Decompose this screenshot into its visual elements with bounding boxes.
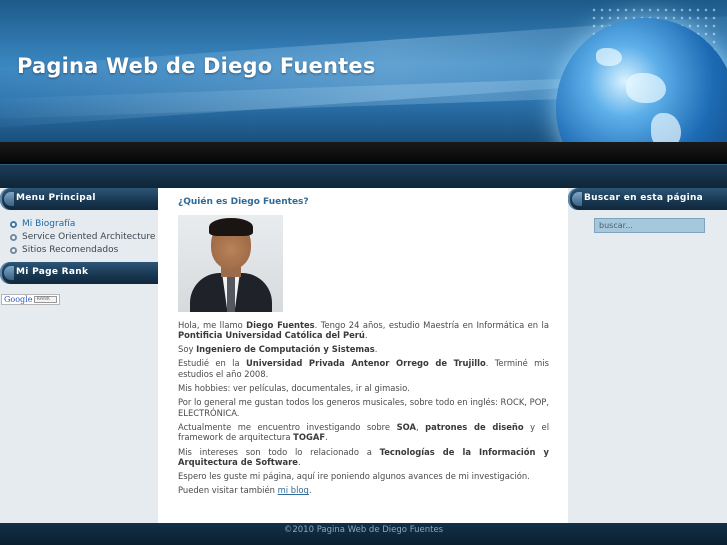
footer-copyright: ©2010 Pagina Web de Diego Fuentes [283,525,444,535]
menu-item-label: Mi Biografía [22,219,76,229]
menu-principal-title: Menu Principal [16,193,96,203]
header-tab-icon [4,266,14,280]
page-rank-title: Mi Page Rank [16,267,89,277]
paragraph-interests: Mis intereses son todo lo relacionado a … [178,446,549,468]
site-title: Pagina Web de Diego Fuentes [17,54,376,78]
bullet-icon [10,234,17,241]
pagerank-bar: RANK [34,296,57,303]
search-box-header: Buscar en esta página [568,188,727,210]
header-tab-icon [4,192,14,206]
bullet-icon [10,247,17,254]
menu-item-mi-biografia[interactable]: Mi Biografía [10,218,155,231]
paragraph-closing: Espero les guste mi página, aquí ire pon… [178,471,530,482]
menu-item-sitios-recomendados[interactable]: Sitios Recomendados [10,244,155,257]
search-box-title: Buscar en esta página [584,193,704,203]
menu-item-label: Sitios Recomendados [22,245,119,255]
paragraph-intro: Hola, me llamo Diego Fuentes. Tengo 24 a… [178,319,549,341]
profile-photo [178,214,283,312]
google-pagerank-badge[interactable]: Google RANK [1,294,60,305]
paragraph-profession: Soy Ingeniero de Computación y Sistemas. [178,344,378,355]
paragraph-music: Por lo general me gustan todos los gener… [178,397,549,418]
page-rank-header: Mi Page Rank [0,262,158,284]
paragraph-studies: Estudié en la Universidad Privada Anteno… [178,358,550,379]
blog-link[interactable]: mi blog [278,485,309,495]
secondary-nav-bar [0,164,727,188]
site-footer: ©2010 Pagina Web de Diego Fuentes [0,523,727,545]
paragraph-hobbies: Mis hobbies: ver películas, documentales… [178,383,410,394]
paragraph-blog: Pueden visitar también mi blog. [178,485,312,496]
site-header: Pagina Web de Diego Fuentes [0,0,727,142]
top-nav-bar [0,142,727,164]
right-sidebar [568,188,727,523]
menu-principal-header: Menu Principal [0,188,158,210]
menu-item-label: Service Oriented Architecture [22,232,156,242]
pagerank-bar-label: RANK [36,296,51,302]
main-menu: Mi Biografía Service Oriented Architectu… [10,218,155,257]
menu-item-soa[interactable]: Service Oriented Architecture [10,231,155,244]
search-input[interactable] [594,218,705,233]
bullet-icon [10,221,17,228]
google-logo: Google [4,295,33,304]
biography-content: ¿Quién es Diego Fuentes? Hola, me llamo … [178,197,549,499]
header-tab-icon [572,192,582,206]
paragraph-research: Actualmente me encuentro investigando so… [178,421,550,443]
content-heading: ¿Quién es Diego Fuentes? [178,197,309,207]
